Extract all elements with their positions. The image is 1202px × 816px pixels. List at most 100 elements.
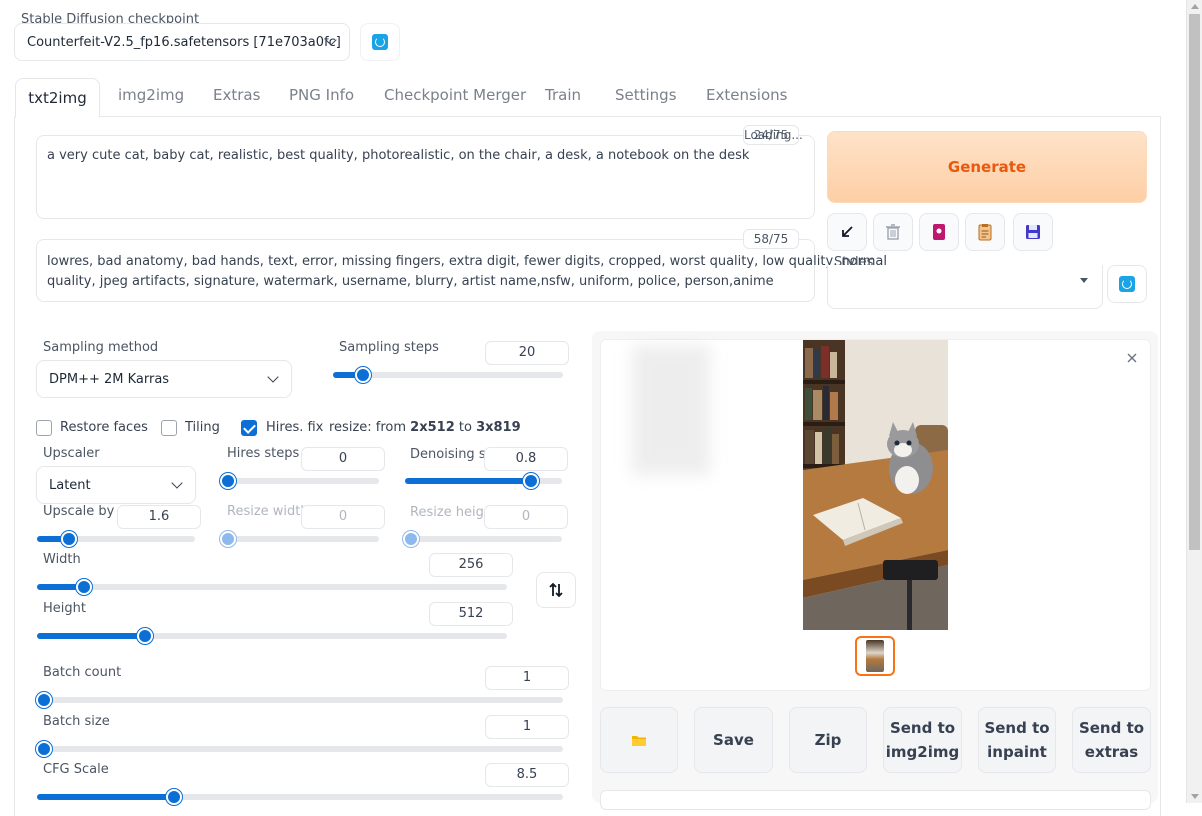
resize-width-input[interactable]: 0 [301,505,385,529]
styles-select[interactable] [827,265,1103,309]
tab-settings[interactable]: Settings [615,86,677,104]
resize-width-label: Resize width [227,504,309,519]
generated-image-art [803,340,948,630]
sampling-method-label: Sampling method [43,340,159,355]
hires-steps-slider[interactable] [220,473,379,489]
tiling-checkbox[interactable] [161,420,177,436]
negative-token-counter: 58/75 [743,229,799,249]
gallery-thumbnail[interactable] [855,636,895,676]
scrollbar-thumb[interactable] [1189,14,1200,550]
height-slider[interactable] [37,628,507,644]
width-label: Width [43,552,81,567]
generate-label: Generate [947,158,1027,176]
send-to-extras-button[interactable]: Send to extras [1072,707,1151,773]
hires-steps-input[interactable]: 0 [301,447,385,471]
extra-networks-button[interactable] [919,213,959,251]
tab-train[interactable]: Train [545,86,581,104]
send-to-inpaint-button[interactable]: Send to inpaint [978,707,1056,773]
batch-count-input[interactable]: 1 [485,666,569,690]
save-button[interactable]: Save [694,707,773,773]
restore-faces-checkbox[interactable] [36,420,52,436]
apply-style-button[interactable] [965,213,1005,251]
checkpoint-select[interactable]: Counterfeit-V2.5_fp16.safetensors [71e70… [14,23,350,61]
upscale-by-slider[interactable] [37,531,195,547]
gallery-thumbnail-image [866,640,884,672]
height-input[interactable]: 512 [429,602,513,626]
batch-size-input[interactable]: 1 [485,715,569,739]
resize-height-label: Resize height [410,505,485,520]
denoising-strength-input[interactable]: 0.8 [484,447,568,471]
resize-height-slider[interactable] [403,531,562,547]
send-to-extras-line-1: Send to [1078,719,1145,737]
upscaler-select[interactable]: Latent [36,466,196,504]
tab-checkpoint-merger[interactable]: Checkpoint Merger [384,86,526,104]
arrow-down-left-icon [842,226,853,237]
floppy-disk-icon [1026,225,1040,239]
cfg-scale-slider[interactable] [37,789,563,805]
tab-txt2img[interactable]: txt2img [15,78,100,118]
batch-count-label: Batch count [43,665,122,680]
hires-fix-checkbox[interactable] [241,420,257,436]
negative-prompt-textarea[interactable]: lowres, bad anatomy, bad hands, text, er… [36,239,887,302]
clipboard-icon [978,224,992,241]
tab-png-info[interactable]: PNG Info [289,86,354,104]
clear-prompt-button[interactable] [873,213,913,251]
sampling-method-value: DPM++ 2M Karras [49,371,170,387]
send-to-extras-line-2: extras [1084,743,1139,761]
read-params-button[interactable] [827,213,867,251]
send-to-inpaint-line-1: Send to [984,719,1050,737]
upscaler-label: Upscaler [43,446,100,461]
open-folder-button[interactable] [600,707,678,773]
upscale-by-input[interactable]: 1.6 [117,505,201,529]
cfg-scale-label: CFG Scale [43,762,109,777]
batch-size-slider[interactable] [36,741,563,757]
prompt-textarea[interactable]: a very cute cat, baby cat, realistic, be… [36,135,815,219]
sampling-steps-slider[interactable] [333,367,563,383]
width-slider[interactable] [37,579,507,595]
tab-extensions[interactable]: Extensions [706,86,787,104]
resize-info-mid: to [454,420,477,435]
prompt-token-counter: 24/75 Loading... [743,125,803,145]
restore-faces-label: Restore faces [60,420,148,435]
folder-icon [632,736,646,746]
denoising-strength-slider[interactable] [405,473,562,489]
generate-button[interactable]: Generate [827,131,1147,203]
sampling-steps-label: Sampling steps [339,340,439,355]
scrollbar-up-arrow[interactable] [1191,4,1199,9]
send-to-img2img-button[interactable]: Send to img2img [883,707,962,773]
send-to-img2img-line-1: Send to [889,719,956,737]
resize-height-input[interactable]: 0 [484,505,568,529]
save-style-button[interactable] [1013,213,1053,251]
batch-count-slider[interactable] [36,692,563,708]
tab-extras[interactable]: Extras [213,86,260,104]
sampling-method-select[interactable]: DPM++ 2M Karras [36,360,292,398]
send-to-img2img-line-2: img2img [885,743,960,761]
chevron-down-icon [267,371,279,383]
caret-down-icon [1080,278,1088,283]
resize-info-from: 2x512 [410,420,455,435]
sampling-steps-input[interactable]: 20 [485,341,569,365]
loading-text: Loading... [744,128,803,142]
swap-arrows-icon [549,582,563,598]
tab-label: txt2img [28,89,87,107]
height-label: Height [43,601,86,616]
scrollbar-down-arrow[interactable] [1191,794,1199,799]
cfg-scale-input[interactable]: 8.5 [485,763,569,787]
refresh-checkpoint-button[interactable] [360,23,400,61]
chevron-down-icon [171,477,183,489]
upscaler-value: Latent [49,477,91,493]
refresh-styles-button[interactable] [1107,265,1147,303]
swap-dimensions-button[interactable] [536,572,576,608]
zip-button[interactable]: Zip [789,707,867,773]
refresh-icon [1119,276,1135,292]
negative-prompt-line-2: quality, jpeg artifacts, signature, wate… [47,274,774,289]
close-icon[interactable] [1125,351,1139,365]
blurred-preview-image [632,345,710,475]
generated-image[interactable] [803,340,948,630]
upscale-by-label: Upscale by [43,504,115,519]
card-icon [933,224,945,240]
width-input[interactable]: 256 [429,553,513,577]
scrollbar-track[interactable] [1186,0,1202,803]
tab-img2img[interactable]: img2img [118,86,184,104]
resize-width-slider[interactable] [220,531,379,547]
